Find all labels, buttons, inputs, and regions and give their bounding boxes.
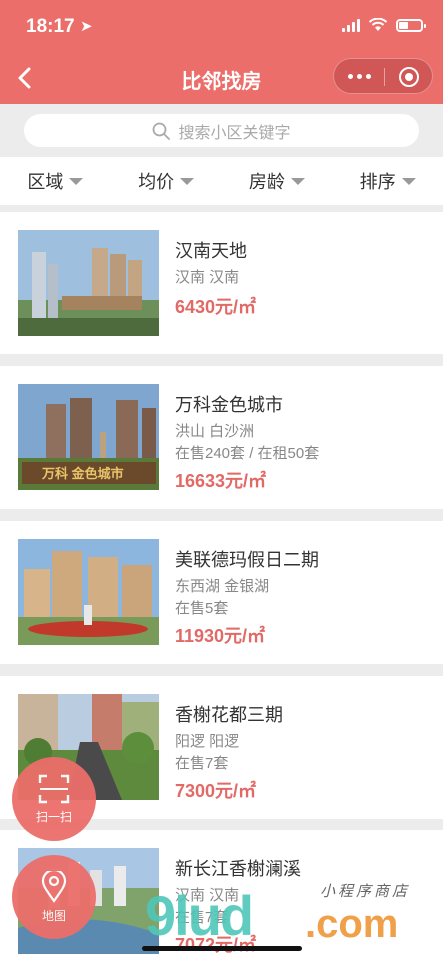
listing-photo <box>18 539 159 645</box>
watermark-suffix: .com <box>305 902 399 946</box>
listing-price: 16633元/㎡ <box>175 471 267 491</box>
battery-icon <box>396 18 426 32</box>
caret-down-icon <box>290 177 305 185</box>
scan-label: 扫一扫 <box>35 809 72 824</box>
status-time: 18:17 <box>26 16 75 37</box>
map-label: 地图 <box>41 908 66 923</box>
filter-region[interactable]: 区域 <box>0 157 111 205</box>
filter-label: 区域 <box>27 172 64 192</box>
listing-stock: 在售7套 <box>175 755 229 772</box>
search-input[interactable]: 搜索小区关键字 <box>24 114 419 147</box>
listing-stock: 在售5套 <box>175 600 229 617</box>
caret-down-icon <box>69 177 84 185</box>
status-bar: 18:17 ➤ <box>0 0 443 52</box>
caret-down-icon <box>180 177 195 185</box>
map-button[interactable]: 地图 <box>12 855 96 939</box>
scan-button[interactable]: 扫一扫 <box>12 757 96 841</box>
more-dots-icon[interactable] <box>348 74 371 79</box>
search-area: 搜索小区关键字 <box>0 104 443 157</box>
caret-down-icon <box>401 177 416 185</box>
listing-stock: 在售240套 / 在租50套 <box>175 445 320 462</box>
search-icon <box>153 122 171 140</box>
search-placeholder: 搜索小区关键字 <box>178 124 291 142</box>
filter-label: 房龄 <box>248 172 285 192</box>
listing-name: 万科金色城市 <box>175 395 283 415</box>
listing-price: 7300元/㎡ <box>175 781 257 801</box>
listing-area: 汉南 汉南 <box>175 269 240 286</box>
listing-price: 6430元/㎡ <box>175 297 257 317</box>
status-icons <box>342 18 426 32</box>
filter-bar: 区域 均价 房龄 排序 <box>0 157 443 205</box>
filter-sort[interactable]: 排序 <box>332 157 443 205</box>
home-indicator <box>142 946 302 951</box>
listing-name: 汉南天地 <box>175 241 247 261</box>
map-pin-icon <box>41 870 67 903</box>
listing-photo: 万科 金色城市 <box>18 384 159 490</box>
filter-avg-price[interactable]: 均价 <box>111 157 222 205</box>
listing-name: 美联德玛假日二期 <box>175 550 319 570</box>
filter-label: 排序 <box>359 172 396 192</box>
wifi-icon <box>368 18 388 31</box>
listing-card[interactable]: 美联德玛假日二期 东西湖 金银湖 在售5套 11930元/㎡ <box>0 521 443 664</box>
listing-price: 11930元/㎡ <box>175 626 266 646</box>
signal-icon <box>342 18 360 32</box>
listing-name: 香榭花都三期 <box>175 705 283 725</box>
listing-photo <box>18 230 159 336</box>
listing-card[interactable]: 万科 金色城市 万科金色城市 洪山 白沙洲 在售240套 / 在租50套 166… <box>0 366 443 509</box>
scan-icon <box>38 774 70 803</box>
nav-bar: 比邻找房 <box>0 52 443 104</box>
listing-area: 东西湖 金银湖 <box>175 578 270 595</box>
listing-area: 阳逻 阳逻 <box>175 733 240 750</box>
filter-building-age[interactable]: 房龄 <box>222 157 333 205</box>
filter-label: 均价 <box>138 172 175 192</box>
location-arrow-icon: ➤ <box>80 18 93 35</box>
miniprogram-capsule <box>333 58 433 94</box>
watermark-brand: 9lud <box>145 884 254 947</box>
watermark: 小程序商店 9lud .com <box>145 880 435 950</box>
watermark-tagline: 小程序商店 <box>320 883 411 900</box>
listing-card[interactable]: 汉南天地 汉南 汉南 6430元/㎡ <box>0 212 443 354</box>
capsule-divider <box>384 68 385 86</box>
close-miniprogram-icon[interactable] <box>399 67 419 87</box>
svg-text:万科 金色城市: 万科 金色城市 <box>41 466 124 481</box>
listing-name: 新长江香榭澜溪 <box>175 859 301 879</box>
listing-area: 洪山 白沙洲 <box>175 423 255 440</box>
